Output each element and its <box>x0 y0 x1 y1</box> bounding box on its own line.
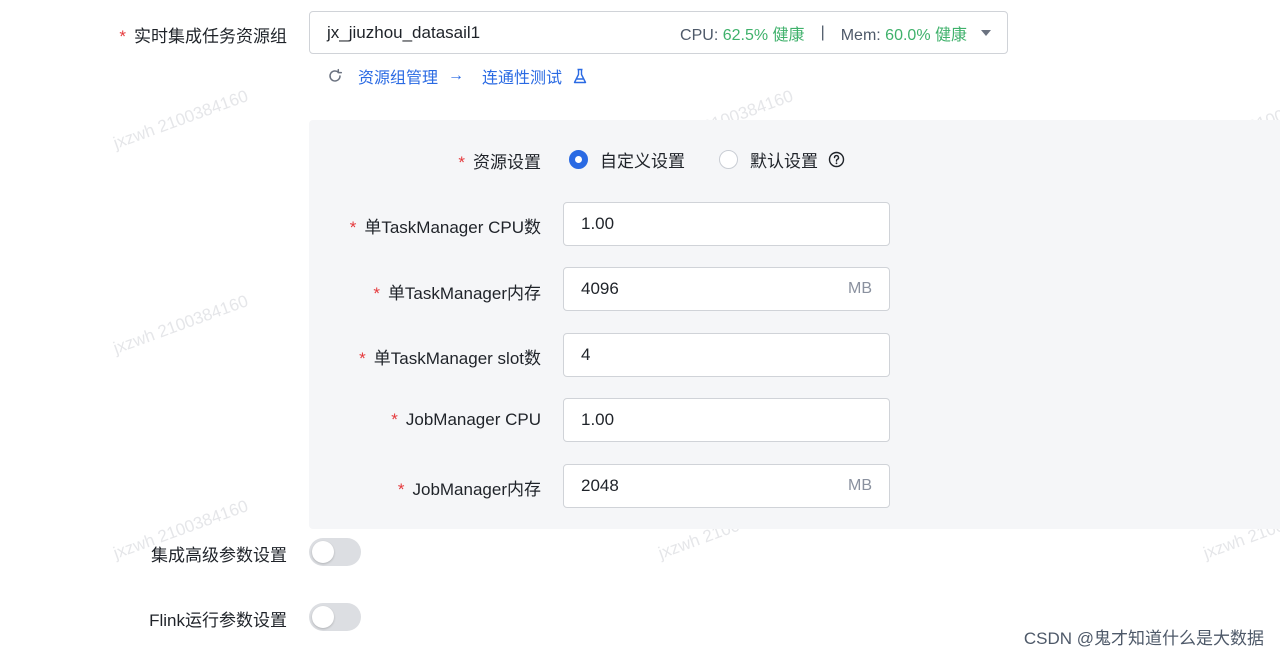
required-mark: * <box>349 218 357 237</box>
required-mark: * <box>397 480 405 499</box>
mem-stat: Mem: 60.0% 健康 <box>841 21 967 45</box>
tm-cpu-input[interactable]: 1.00 <box>563 202 890 246</box>
cpu-value: 62.5% 健康 <box>722 26 805 44</box>
resource-group-label-text: 实时集成任务资源组 <box>134 27 287 46</box>
jm-cpu-input[interactable]: 1.00 <box>563 398 890 442</box>
required-mark: * <box>359 349 366 368</box>
flink-params-label: Flink运行参数设置 <box>149 611 287 630</box>
radio-default-settings[interactable] <box>719 149 738 169</box>
jm-cpu-label-text: JobManager CPU <box>405 410 541 429</box>
credit-watermark: CSDN @鬼才知道什么是大数据 <box>1023 629 1264 648</box>
cpu-label: CPU: <box>680 26 719 44</box>
advanced-params-label: 集成高级参数设置 <box>151 546 287 565</box>
tm-memory-unit: MB <box>848 280 872 297</box>
stat-separator: | <box>820 23 825 41</box>
jm-memory-unit: MB <box>848 477 872 494</box>
tm-memory-label-text: 单TaskManager内存 <box>387 284 541 303</box>
caret-down-icon <box>981 29 991 36</box>
tm-slot-label-text: 单TaskManager slot数 <box>373 349 541 368</box>
tm-cpu-label: * 单TaskManager CPU数 <box>350 213 541 238</box>
radio-custom-settings[interactable] <box>569 149 588 169</box>
jm-memory-label-text: JobManager内存 <box>412 480 541 499</box>
resource-settings-label-text: 资源设置 <box>473 153 541 172</box>
tm-memory-label: * 单TaskManager内存 <box>373 279 541 304</box>
jm-memory-input[interactable]: 2048 MB <box>563 464 890 508</box>
resource-group-actions: 资源组管理 → 连通性测试 <box>326 64 588 88</box>
connectivity-test-link[interactable]: 连通性测试 <box>482 64 562 88</box>
radio-default-settings-label[interactable]: 默认设置 <box>750 147 818 172</box>
jm-cpu-value: 1.00 <box>581 410 615 429</box>
tm-cpu-label-text: 单TaskManager CPU数 <box>364 218 541 237</box>
mem-label: Mem: <box>840 26 881 44</box>
watermark: jxzwh 2100384160 <box>110 291 251 358</box>
resource-settings-radio-group: 自定义设置 默认设置 <box>569 147 845 171</box>
required-mark: * <box>458 153 465 172</box>
flask-icon[interactable] <box>572 68 588 84</box>
jm-memory-label: * JobManager内存 <box>398 475 541 500</box>
resource-group-manage-link[interactable]: 资源组管理 <box>358 64 438 88</box>
resource-group-label: * 实时集成任务资源组 <box>119 22 287 47</box>
help-circle-icon[interactable] <box>828 151 845 168</box>
tm-memory-input[interactable]: 4096 MB <box>563 267 890 311</box>
tm-cpu-value: 1.00 <box>581 214 615 233</box>
flink-params-toggle[interactable] <box>309 603 361 631</box>
arrow-right-icon: → <box>448 67 465 84</box>
required-mark: * <box>119 27 126 46</box>
tm-memory-value: 4096 <box>581 279 619 298</box>
radio-custom-settings-label[interactable]: 自定义设置 <box>600 147 685 172</box>
advanced-params-toggle[interactable] <box>309 538 361 566</box>
resource-group-select[interactable]: jx_jiuzhou_datasail1 CPU: 62.5% 健康 | Mem… <box>309 11 1008 54</box>
resource-group-value: jx_jiuzhou_datasail1 <box>327 22 481 42</box>
watermark: jxzwh 2100384160 <box>110 86 251 153</box>
mem-value: 60.0% 健康 <box>885 26 967 44</box>
required-mark: * <box>391 410 398 429</box>
tm-slot-value: 4 <box>581 345 591 364</box>
cpu-stat: CPU: 62.5% 健康 <box>680 21 805 45</box>
tm-slot-input[interactable]: 4 <box>563 333 890 377</box>
resource-settings-label: * 资源设置 <box>458 148 541 173</box>
refresh-icon[interactable] <box>326 67 344 85</box>
required-mark: * <box>373 284 380 303</box>
toggle-knob <box>312 541 334 563</box>
toggle-knob <box>312 606 334 628</box>
tm-slot-label: * 单TaskManager slot数 <box>359 344 541 369</box>
jm-cpu-label: * JobManager CPU <box>391 410 541 430</box>
jm-memory-value: 2048 <box>581 476 619 495</box>
